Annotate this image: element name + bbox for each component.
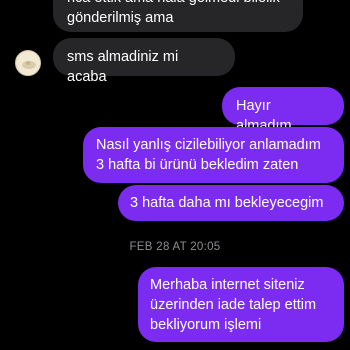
message-text: 3 hafta daha mı bekleyecegim <box>130 195 324 211</box>
outgoing-message[interactable]: Nasıl yanlış cizilebiliyor anlamadım 3 h… <box>83 127 344 183</box>
incoming-message[interactable]: rica ettik ama hala gelmedi bilelik gönd… <box>53 0 303 32</box>
message-text: sms almadiniz mi acaba <box>67 49 179 85</box>
message-text: rica ettik ama hala gelmedi bilelik gönd… <box>67 0 280 26</box>
user-avatar-icon[interactable] <box>15 50 41 76</box>
message-text: Merhaba internet siteniz üzerinden iade … <box>150 277 317 333</box>
incoming-message[interactable]: sms almadiniz mi acaba <box>53 38 235 85</box>
message-timestamp: FEB 28 AT 20:05 <box>129 241 221 253</box>
outgoing-message[interactable]: Merhaba internet siteniz üzerinden iade … <box>138 267 344 342</box>
outgoing-message[interactable]: Hayır almadım <box>222 87 344 134</box>
outgoing-message[interactable]: 3 hafta daha mı bekleyecegim <box>118 185 344 221</box>
message-text: Nasıl yanlış cizilebiliyor anlamadım 3 h… <box>96 137 321 173</box>
chat-thread: rica ettik ama hala gelmedi bilelik gönd… <box>0 0 350 350</box>
